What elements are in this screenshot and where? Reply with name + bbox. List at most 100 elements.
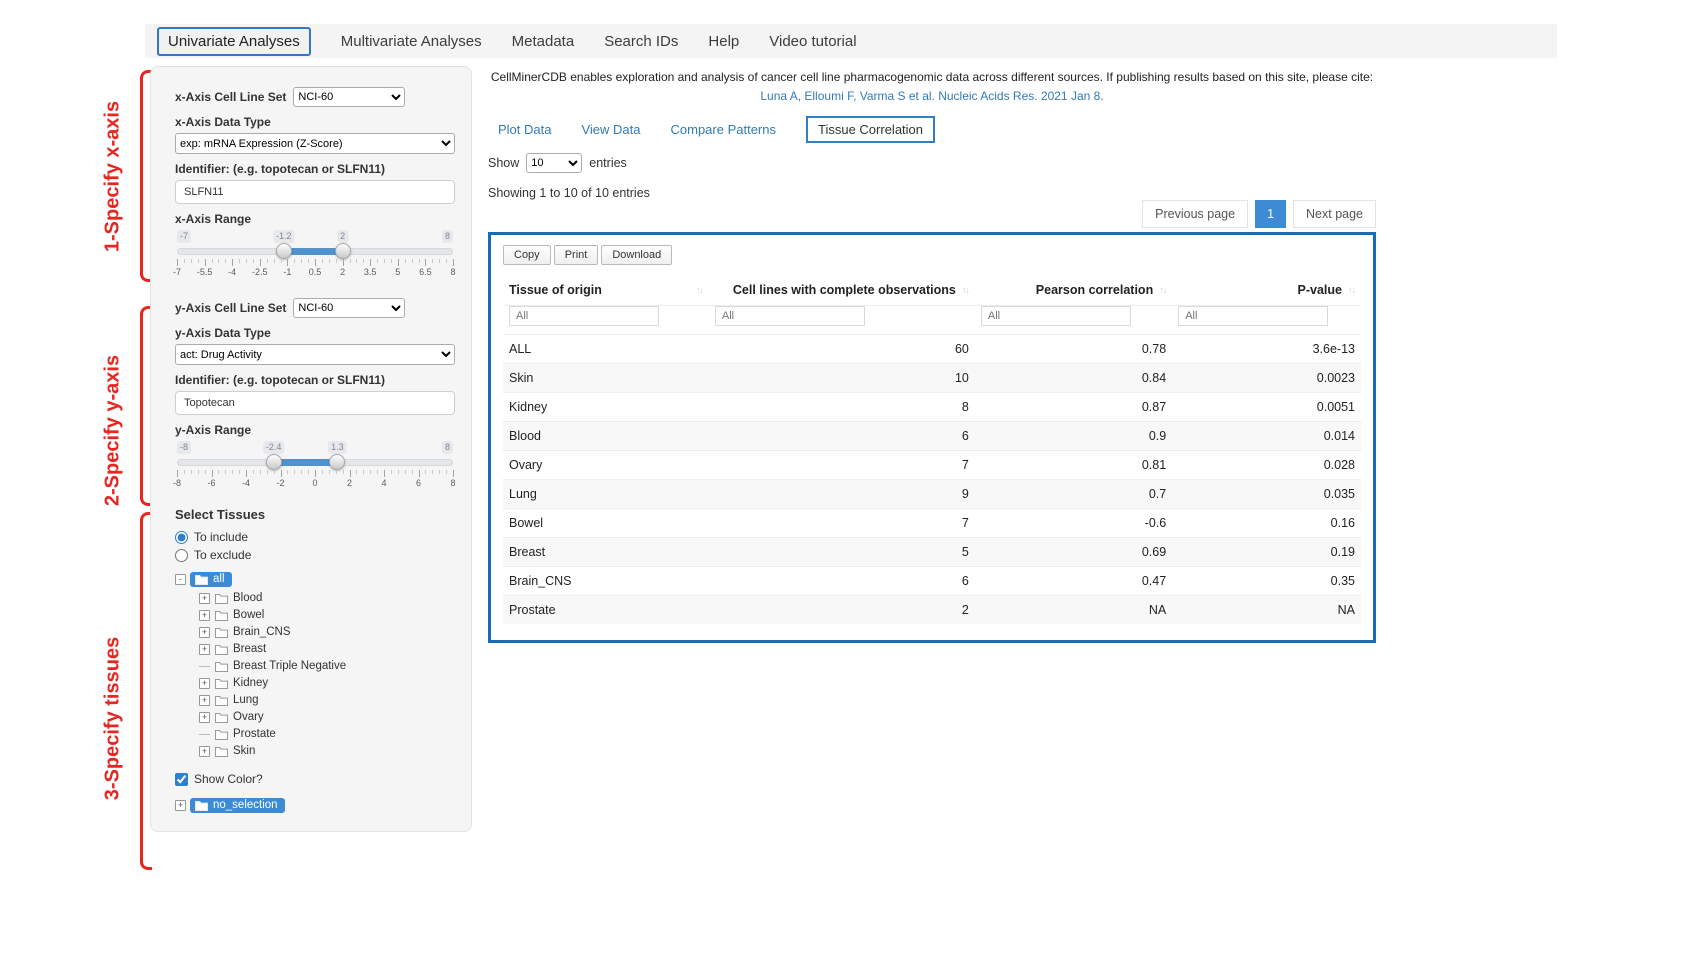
tab-plot-data[interactable]: Plot Data bbox=[498, 122, 551, 137]
sort-icon[interactable]: ↑↓ bbox=[696, 285, 703, 295]
expand-icon[interactable]: + bbox=[199, 695, 210, 706]
value-cell: 0.0023 bbox=[1172, 364, 1361, 393]
column-header-p-value[interactable]: P-value↑↓ bbox=[1172, 277, 1361, 306]
main-content: CellMinerCDB enables exploration and ana… bbox=[488, 70, 1376, 643]
tree-item-brain-cns[interactable]: +Brain_CNS bbox=[199, 625, 455, 639]
tick bbox=[218, 259, 219, 263]
expand-icon[interactable]: + bbox=[199, 644, 210, 655]
expand-icon[interactable]: + bbox=[199, 712, 210, 723]
tissue-tree: - all + Blood +Bowel +Brain_CNS +Breast Breas… bbox=[175, 572, 455, 758]
tree-item-lung[interactable]: + Lung bbox=[199, 693, 455, 707]
x-range-slider[interactable]: -78-1.22-7-5.5-4-2.5-10.523.556.58 bbox=[177, 230, 453, 280]
column-filter-input-p-value[interactable] bbox=[1178, 306, 1328, 326]
tissue-tree-root[interactable]: - all bbox=[175, 572, 455, 587]
expand-icon[interactable]: + bbox=[199, 627, 210, 638]
value-cell: 0.78 bbox=[975, 335, 1172, 364]
y-data-type-label: y-Axis Data Type bbox=[175, 326, 455, 340]
to-include-label: To include bbox=[194, 530, 248, 544]
sort-icon[interactable]: ↑↓ bbox=[1348, 285, 1355, 295]
column-filter-input-tissue-of-origin[interactable] bbox=[509, 306, 659, 326]
tree-root-label: all bbox=[213, 573, 225, 585]
copy-button[interactable]: Copy bbox=[503, 245, 551, 265]
citation-link[interactable]: Luna A, Elloumi F, Varma S et al. Nuclei… bbox=[488, 89, 1376, 103]
tick bbox=[287, 259, 288, 266]
x-identifier-input[interactable] bbox=[175, 180, 455, 204]
nav-tab-univariate-analyses[interactable]: Univariate Analyses bbox=[157, 27, 311, 56]
value-cell: 0.9 bbox=[975, 422, 1172, 451]
tick bbox=[260, 259, 261, 266]
y-cell-line-set-select[interactable]: NCI-60 bbox=[293, 298, 405, 318]
column-header-cell-lines-with-complete-observations[interactable]: Cell lines with complete observations↑↓ bbox=[709, 277, 975, 306]
expand-icon[interactable]: + bbox=[199, 678, 210, 689]
expand-icon[interactable]: + bbox=[199, 593, 210, 604]
tree-item-kidney[interactable]: +Kidney bbox=[199, 676, 455, 690]
tick bbox=[439, 470, 440, 474]
value-cell: 0.16 bbox=[1172, 509, 1361, 538]
to-exclude-radio[interactable] bbox=[175, 549, 188, 562]
tab-tissue-correlation[interactable]: Tissue Correlation bbox=[806, 116, 935, 143]
download-button[interactable]: Download bbox=[601, 245, 672, 265]
tree-item-breast[interactable]: +Breast bbox=[199, 642, 455, 656]
nav-tab-search-ids[interactable]: Search IDs bbox=[604, 33, 678, 50]
column-filter-input-cell-lines-with-complete-observations[interactable] bbox=[715, 306, 865, 326]
tree-item-blood[interactable]: + Blood bbox=[199, 591, 455, 605]
nav-tab-video-tutorial[interactable]: Video tutorial bbox=[769, 33, 856, 50]
slider-from-label: -1.2 bbox=[273, 230, 295, 243]
tick bbox=[315, 259, 316, 266]
nav-tab-metadata[interactable]: Metadata bbox=[512, 33, 575, 50]
tree-item-label: Blood bbox=[233, 592, 262, 604]
tick bbox=[384, 259, 385, 263]
tick bbox=[239, 470, 240, 474]
column-header-tissue-of-origin[interactable]: Tissue of origin↑↓ bbox=[503, 277, 709, 306]
tree-item-skin[interactable]: +Skin bbox=[199, 744, 455, 758]
tick bbox=[232, 470, 233, 474]
value-cell: 6 bbox=[709, 567, 975, 596]
collapse-icon[interactable]: - bbox=[175, 574, 186, 585]
value-cell: 0.0051 bbox=[1172, 393, 1361, 422]
previous-page-button[interactable]: Previous page bbox=[1142, 200, 1248, 228]
tick bbox=[177, 259, 178, 266]
y-data-type-select[interactable]: act: Drug Activity bbox=[175, 344, 455, 365]
tree-root-chip[interactable]: all bbox=[190, 572, 232, 587]
column-header-pearson-correlation[interactable]: Pearson correlation↑↓ bbox=[975, 277, 1172, 306]
tree-item-breast-triple-negative[interactable]: Breast Triple Negative bbox=[199, 659, 455, 673]
expand-icon[interactable]: + bbox=[199, 746, 210, 757]
tree-item-label: Prostate bbox=[233, 728, 276, 740]
expand-icon[interactable]: + bbox=[199, 610, 210, 621]
next-page-button[interactable]: Next page bbox=[1293, 200, 1376, 228]
tree-item-ovary[interactable]: +Ovary bbox=[199, 710, 455, 724]
tick bbox=[377, 259, 378, 263]
nav-tab-help[interactable]: Help bbox=[708, 33, 739, 50]
table-row: Prostate2NANA bbox=[503, 596, 1361, 625]
no-selection-node[interactable]: + no_selection bbox=[175, 798, 455, 813]
sort-icon[interactable]: ↑↓ bbox=[1159, 285, 1166, 295]
slider-selected-range[interactable] bbox=[274, 459, 338, 466]
x-cell-line-set-select[interactable]: NCI-60 bbox=[293, 87, 405, 107]
show-color-checkbox[interactable] bbox=[175, 773, 188, 786]
x-data-type-select[interactable]: exp: mRNA Expression (Z-Score) bbox=[175, 133, 455, 154]
tree-item-label: Lung bbox=[233, 694, 259, 706]
slider-max-label: 8 bbox=[442, 230, 453, 243]
tab-view-data[interactable]: View Data bbox=[581, 122, 640, 137]
nav-tab-multivariate-analyses[interactable]: Multivariate Analyses bbox=[341, 33, 482, 50]
tree-item-bowel[interactable]: +Bowel bbox=[199, 608, 455, 622]
table-body: ALL600.783.6e-13Skin100.840.0023Kidney80… bbox=[503, 335, 1361, 625]
sort-icon[interactable]: ↑↓ bbox=[962, 285, 969, 295]
expand-icon bbox=[199, 666, 210, 667]
print-button[interactable]: Print bbox=[554, 245, 599, 265]
y-identifier-input[interactable] bbox=[175, 391, 455, 415]
to-include-radio[interactable] bbox=[175, 531, 188, 544]
tab-compare-patterns[interactable]: Compare Patterns bbox=[671, 122, 777, 137]
tissue-cell: Kidney bbox=[503, 393, 709, 422]
tick-label: -5.5 bbox=[197, 267, 213, 277]
expand-icon[interactable]: + bbox=[175, 800, 186, 811]
value-cell: 0.19 bbox=[1172, 538, 1361, 567]
tree-item-prostate[interactable]: Prostate bbox=[199, 727, 455, 741]
no-selection-chip[interactable]: no_selection bbox=[190, 798, 285, 813]
tick-label: 5 bbox=[395, 267, 400, 277]
entries-select[interactable]: 10 bbox=[526, 153, 582, 173]
column-filter-input-pearson-correlation[interactable] bbox=[981, 306, 1131, 326]
y-range-slider[interactable]: -88-2.41.3-8-6-4-202468 bbox=[177, 441, 453, 491]
tick bbox=[446, 470, 447, 474]
current-page-button[interactable]: 1 bbox=[1255, 200, 1286, 228]
